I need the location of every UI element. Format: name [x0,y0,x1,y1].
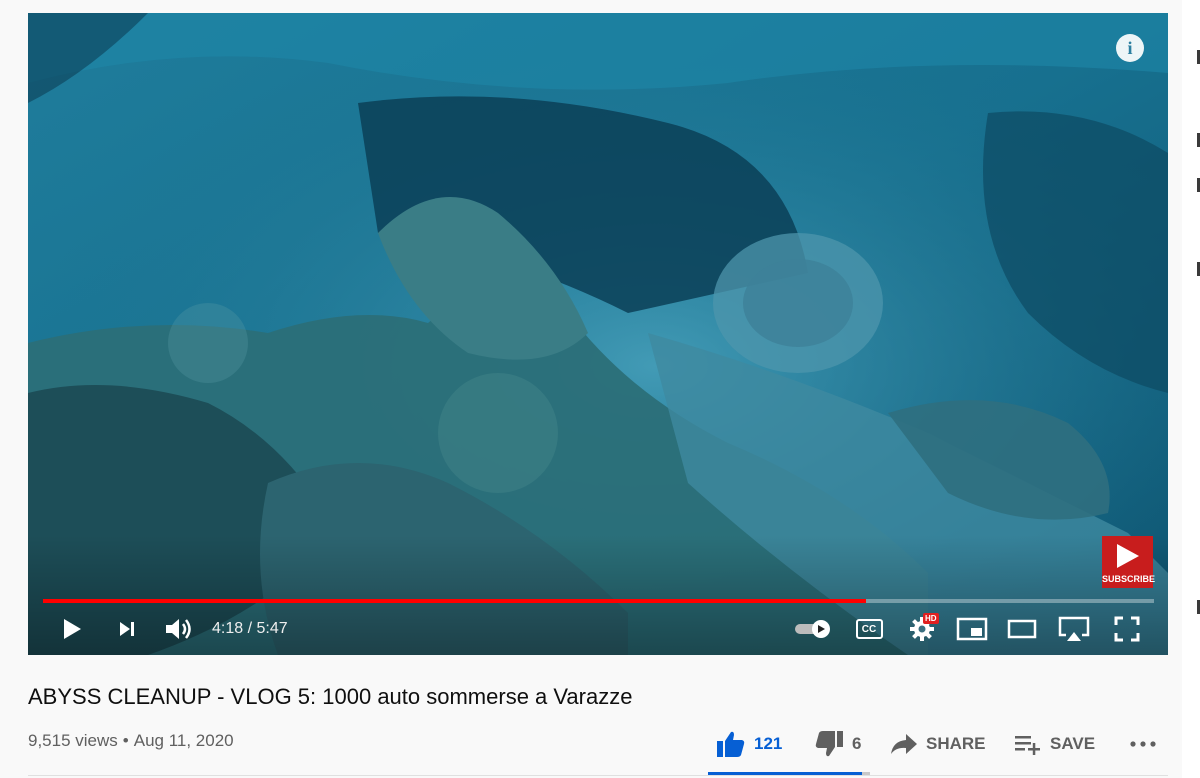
save-label: SAVE [1050,734,1096,753]
settings-button[interactable]: HD [904,609,940,649]
save-button[interactable]: SAVE [1014,726,1095,762]
captions-button[interactable]: CC [852,609,886,649]
more-actions-button[interactable] [1130,726,1156,762]
share-icon [891,734,917,754]
like-button[interactable]: 121 [716,726,782,762]
player-controls: 4:18 / 5:47 CC HD [28,609,1168,649]
next-icon [120,622,134,636]
thumbs-down-icon [815,731,843,757]
autoplay-toggle[interactable] [792,609,834,649]
theater-icon [1007,619,1037,639]
subscribe-watermark[interactable]: SUBSCRIBE [1102,536,1156,588]
share-label: SHARE [926,734,986,753]
subscribe-watermark-label: SUBSCRIBE [1102,574,1156,584]
volume-button[interactable] [162,609,196,649]
action-bar: 121 6 SHARE SAVE [0,726,1200,762]
playlist-add-icon [1015,736,1040,755]
miniplayer-icon [956,617,988,641]
airplay-button[interactable] [1055,609,1093,649]
progress-bar[interactable] [43,599,1154,603]
progress-played [43,599,867,603]
miniplayer-button[interactable] [954,609,990,649]
time-separator: / [243,620,257,637]
thumbs-up-icon [717,731,745,757]
autoplay-toggle-icon [795,620,830,638]
duration: 5:47 [256,620,288,637]
dislike-count: 6 [852,734,862,753]
airplay-icon [1058,616,1090,641]
adjacent-panel-edge [1182,0,1200,778]
volume-icon [166,619,191,639]
time-display: 4:18 / 5:47 [212,620,288,638]
theater-button[interactable] [1004,609,1040,649]
dislike-button[interactable]: 6 [814,726,861,762]
video-title: ABYSS CLEANUP - VLOG 5: 1000 auto sommer… [28,684,633,709]
next-button[interactable] [112,609,142,649]
info-button[interactable]: i [1116,34,1144,62]
info-icon: i [1127,38,1133,58]
fullscreen-button[interactable] [1110,609,1144,649]
play-icon [64,619,81,639]
hd-badge: HD [923,613,939,624]
current-time: 4:18 [212,620,244,637]
divider [28,775,1168,776]
share-button[interactable]: SHARE [890,726,986,762]
captions-icon: CC [855,619,883,639]
more-horizontal-icon [1130,741,1156,747]
play-button[interactable] [56,609,88,649]
like-count: 121 [754,734,783,753]
youtube-play-icon [1117,544,1139,568]
fullscreen-icon [1114,616,1140,642]
video-player[interactable]: i SUBSCRIBE 4:18 / 5:47 CC HD [28,13,1168,655]
page: i SUBSCRIBE 4:18 / 5:47 CC HD ABYSS CLEA… [0,0,1200,778]
